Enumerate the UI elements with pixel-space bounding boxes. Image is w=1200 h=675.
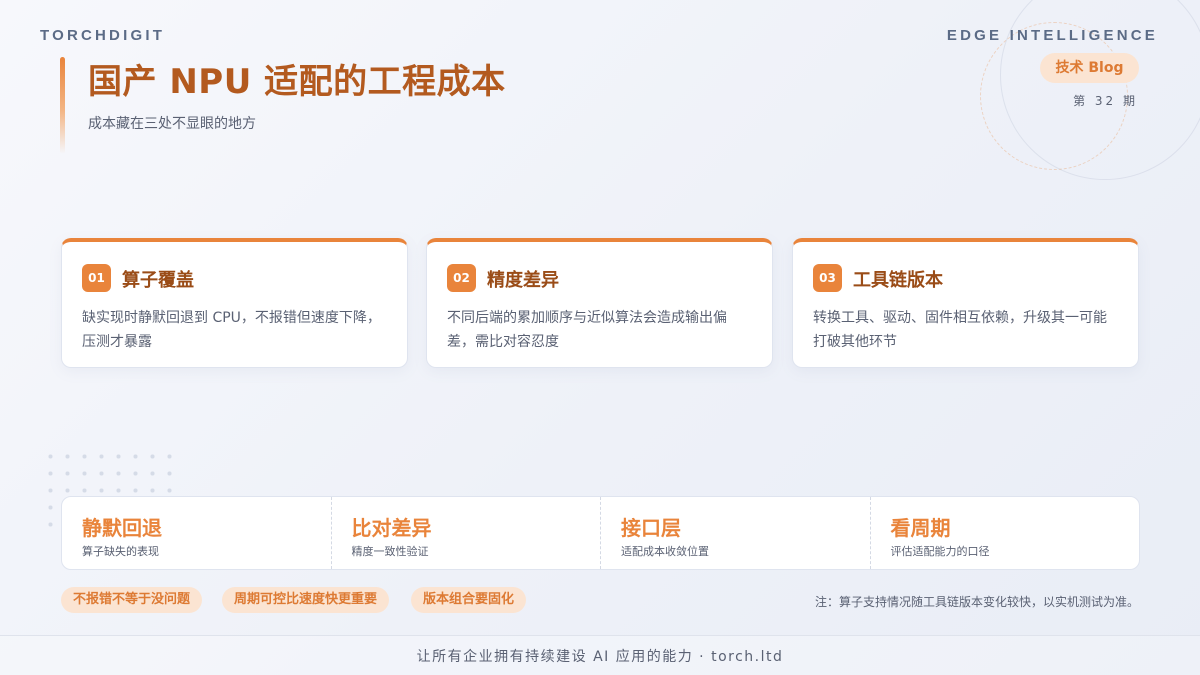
footnote: 注：算子支持情况随工具链版本变化较快，以实机测试为准。 [814, 595, 1139, 609]
card-title: 算子覆盖 [122, 270, 194, 291]
card-description: 缺实现时静默回退到 CPU，不报错但速度下降，压测才暴露 [82, 310, 381, 350]
stat-silent-fallback: 静默回退 算子缺失的表现 [62, 497, 332, 569]
card-number-badge: 03 [813, 264, 842, 292]
card-toolchain-version: 03 工具链版本 转换工具、驱动、固件相互依赖，升级其一可能打破其他环节 [792, 238, 1139, 368]
category-tag: 技术 Blog [1040, 53, 1139, 83]
card-title: 工具链版本 [853, 270, 943, 291]
page-title: 国产 NPU 适配的工程成本 [88, 62, 506, 102]
card-number-badge: 02 [447, 264, 476, 292]
card-operator-coverage: 01 算子覆盖 缺实现时静默回退到 CPU，不报错但速度下降，压测才暴露 [61, 238, 408, 368]
stat-value: 静默回退 [82, 516, 162, 540]
stat-label: 评估适配能力的口径 [890, 545, 990, 558]
page-subtitle: 成本藏在三处不显眼的地方 [88, 116, 256, 132]
footer-slogan: 让所有企业拥有持续建设 AI 应用的能力 · torch.ltd [0, 635, 1200, 675]
brand-tagline: EDGE INTELLIGENCE [946, 27, 1158, 44]
stat-value: 看周期 [890, 516, 951, 540]
card-precision-difference: 02 精度差异 不同后端的累加顺序与近似算法会造成输出偏差，需比对容忍度 [426, 238, 773, 368]
card-number-badge: 01 [82, 264, 111, 292]
brand-name: TORCHDIGIT [40, 27, 166, 44]
key-points-bar: 静默回退 算子缺失的表现 比对差异 精度一致性验证 接口层 适配成本收敛位置 看… [61, 496, 1140, 570]
stat-label: 精度一致性验证 [351, 545, 429, 558]
takeaway-chip: 周期可控比速度快更重要 [222, 587, 390, 613]
takeaway-chip: 版本组合要固化 [411, 587, 527, 613]
card-description: 转换工具、驱动、固件相互依赖，升级其一可能打破其他环节 [813, 310, 1107, 350]
title-accent-bar [60, 57, 65, 154]
stat-label: 算子缺失的表现 [82, 545, 159, 558]
card-title: 精度差异 [487, 270, 559, 291]
stat-value: 接口层 [621, 516, 681, 540]
issue-number: 第 32 期 [1073, 94, 1138, 108]
stat-value: 比对差异 [351, 516, 432, 540]
stat-interface-layer: 接口层 适配成本收敛位置 [601, 497, 871, 569]
takeaway-chip: 不报错不等于没问题 [61, 587, 203, 613]
stat-compare-difference: 比对差异 精度一致性验证 [332, 497, 601, 569]
card-description: 不同后端的累加顺序与近似算法会造成输出偏差，需比对容忍度 [447, 310, 727, 350]
stat-cycle: 看周期 评估适配能力的口径 [871, 497, 1140, 569]
stat-label: 适配成本收敛位置 [621, 545, 709, 558]
